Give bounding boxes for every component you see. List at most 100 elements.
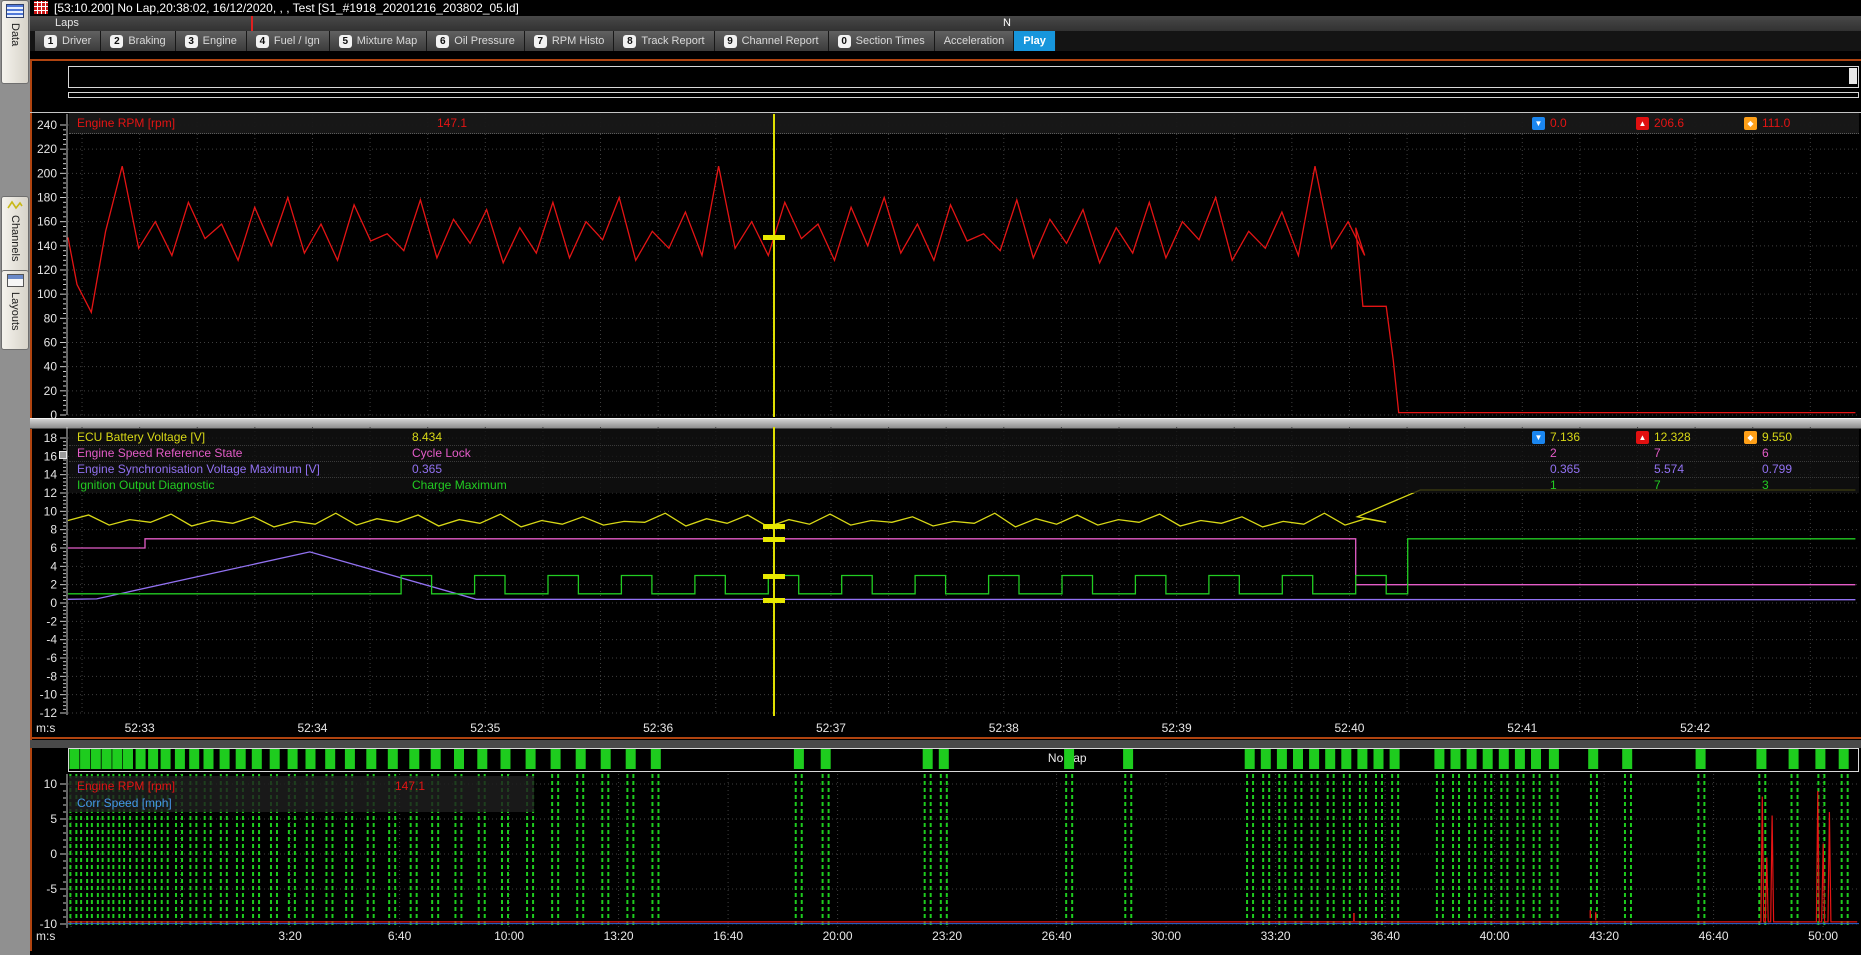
sidebar-tab-label: Channels (9, 215, 21, 261)
svg-text:10: 10 (44, 777, 58, 791)
rpm-legend-band: Engine RPM [rpm] 147.1 ▼ 0.0 ▲ 206.6 ◆ 1… (69, 113, 1859, 134)
channel-row-corr-speed[interactable]: Corr Speed [mph] (69, 795, 534, 812)
worksheet-tab-bar: 1Driver 2Braking 3Engine 4Fuel / Ign 5Mi… (30, 31, 1861, 51)
channel-name-rpm[interactable]: Engine RPM [rpm] (77, 113, 175, 133)
rpm-max-stat: ▲ 206.6 (1636, 113, 1684, 133)
sidebar-tab-data[interactable]: Data (1, 0, 29, 84)
svg-text:52:38: 52:38 (989, 721, 1019, 735)
svg-text:26:40: 26:40 (1042, 929, 1072, 943)
channel-row-ignition-diag[interactable]: Ignition Output Diagnostic Charge Maximu… (69, 477, 1859, 493)
tab-channel-report[interactable]: 9Channel Report (715, 31, 829, 51)
selected-channel-bullet (59, 451, 67, 459)
avg-icon: ◆ (1744, 117, 1757, 130)
tab-track-report[interactable]: 8Track Report (614, 31, 714, 51)
layout-window-icon (7, 274, 24, 287)
tab-mixture-map[interactable]: 5Mixture Map (330, 31, 428, 51)
svg-text:52:35: 52:35 (470, 721, 500, 735)
max-icon: ▲ (1636, 117, 1649, 130)
lap-strip[interactable]: No Lap (68, 748, 1859, 772)
svg-text:m:s: m:s (36, 721, 55, 735)
cursor-marker (763, 235, 785, 240)
sidebar-tab-label: Layouts (9, 292, 21, 331)
tab-rpm-histo[interactable]: 7RPM Histo (525, 31, 615, 51)
svg-text:100: 100 (37, 287, 57, 301)
svg-text:43:20: 43:20 (1589, 929, 1619, 943)
tab-oil-pressure[interactable]: 6Oil Pressure (427, 31, 525, 51)
svg-text:52:42: 52:42 (1680, 721, 1710, 735)
svg-text:180: 180 (37, 191, 57, 205)
svg-text:m:s: m:s (36, 929, 55, 943)
tab-driver[interactable]: 1Driver (35, 31, 101, 51)
svg-text:52:33: 52:33 (125, 721, 155, 735)
svg-text:200: 200 (37, 166, 57, 180)
cursor-value-rpm: 147.1 (437, 113, 467, 133)
svg-text:5: 5 (50, 812, 57, 826)
svg-text:2: 2 (50, 578, 57, 592)
range-slider-handle[interactable] (1849, 68, 1857, 84)
svg-text:20:00: 20:00 (823, 929, 853, 943)
channel-row-battery[interactable]: ECU Battery Voltage [V] 8.434 ▼ 7.136 ▲ … (69, 429, 1859, 446)
svg-text:120: 120 (37, 263, 57, 277)
left-toolbar: Data Channels Layouts (0, 0, 30, 955)
tab-play[interactable]: Play (1014, 31, 1056, 51)
zoom-scroll-strip[interactable] (68, 92, 1859, 98)
svg-text:-10: -10 (40, 688, 58, 702)
time-cursor-top[interactable] (773, 114, 775, 417)
svg-text:40: 40 (44, 360, 58, 374)
rpm-chart-plot[interactable]: 020406080100120140160180200220240 (30, 112, 1861, 418)
svg-text:30:00: 30:00 (1151, 929, 1181, 943)
cursor-marker (763, 524, 785, 529)
svg-text:13:20: 13:20 (604, 929, 634, 943)
section-splitter[interactable] (30, 740, 1861, 748)
motec-i2-window: Data Channels Layouts [53:10.200] No Lap… (0, 0, 1861, 955)
svg-text:-4: -4 (46, 633, 57, 647)
tab-fuel-ign[interactable]: 4Fuel / Ign (247, 31, 330, 51)
cursor-marker (763, 574, 785, 579)
sidebar-tab-label: Data (9, 23, 21, 46)
channel-row-ref-state[interactable]: Engine Speed Reference State Cycle Lock … (69, 445, 1859, 462)
tab-acceleration[interactable]: Acceleration (935, 31, 1015, 51)
overview-legend-band: Engine RPM [rpm] 147.1 Corr Speed [mph] (69, 776, 534, 812)
time-range-bar[interactable] (68, 66, 1859, 88)
channel-row-sync-voltage[interactable]: Engine Synchronisation Voltage Maximum [… (69, 461, 1859, 478)
svg-text:46:40: 46:40 (1699, 929, 1729, 943)
svg-text:8: 8 (50, 523, 57, 537)
tab-braking[interactable]: 2Braking (101, 31, 175, 51)
rpm-avg-stat: ◆ 111.0 (1744, 113, 1790, 133)
data-table-icon (6, 4, 24, 18)
svg-text:-6: -6 (46, 651, 57, 665)
svg-text:60: 60 (44, 336, 58, 350)
laps-bar-label: Laps (55, 17, 79, 29)
svg-text:4: 4 (50, 559, 57, 573)
tab-section-times[interactable]: 0Section Times (829, 31, 935, 51)
rpm-min-stat: ▼ 0.0 (1532, 113, 1567, 133)
svg-text:160: 160 (37, 215, 57, 229)
svg-text:240: 240 (37, 118, 57, 132)
min-icon: ▼ (1532, 117, 1545, 130)
waveform-icon (7, 200, 23, 210)
worksheet-border-top (30, 59, 1861, 61)
svg-text:23:20: 23:20 (932, 929, 962, 943)
laps-bar[interactable]: Laps N (30, 16, 1861, 32)
lap-marker-label: N (1003, 17, 1011, 29)
svg-text:50:00: 50:00 (1808, 929, 1838, 943)
svg-text:80: 80 (44, 311, 58, 325)
svg-text:220: 220 (37, 142, 57, 156)
max-icon: ▲ (1636, 431, 1649, 444)
svg-text:52:34: 52:34 (297, 721, 327, 735)
tab-engine[interactable]: 3Engine (176, 31, 247, 51)
motec-app-icon (34, 1, 48, 14)
time-cursor-mid[interactable] (773, 427, 775, 716)
cursor-marker (763, 537, 785, 542)
svg-text:-5: -5 (46, 882, 57, 896)
diagnostics-legend-band: ECU Battery Voltage [V] 8.434 ▼ 7.136 ▲ … (69, 429, 1859, 493)
sidebar-tab-layouts[interactable]: Layouts (1, 270, 29, 350)
sidebar-tab-channels[interactable]: Channels (1, 196, 29, 276)
channel-row-rpm-overview[interactable]: Engine RPM [rpm] 147.1 (69, 778, 534, 795)
title-bar: [53:10.200] No Lap,20:38:02, 16/12/2020,… (30, 0, 1861, 16)
svg-text:52:37: 52:37 (816, 721, 846, 735)
svg-text:52:40: 52:40 (1334, 721, 1364, 735)
svg-text:0: 0 (50, 408, 57, 418)
svg-text:52:39: 52:39 (1162, 721, 1192, 735)
laps-position-marker[interactable] (251, 16, 253, 31)
